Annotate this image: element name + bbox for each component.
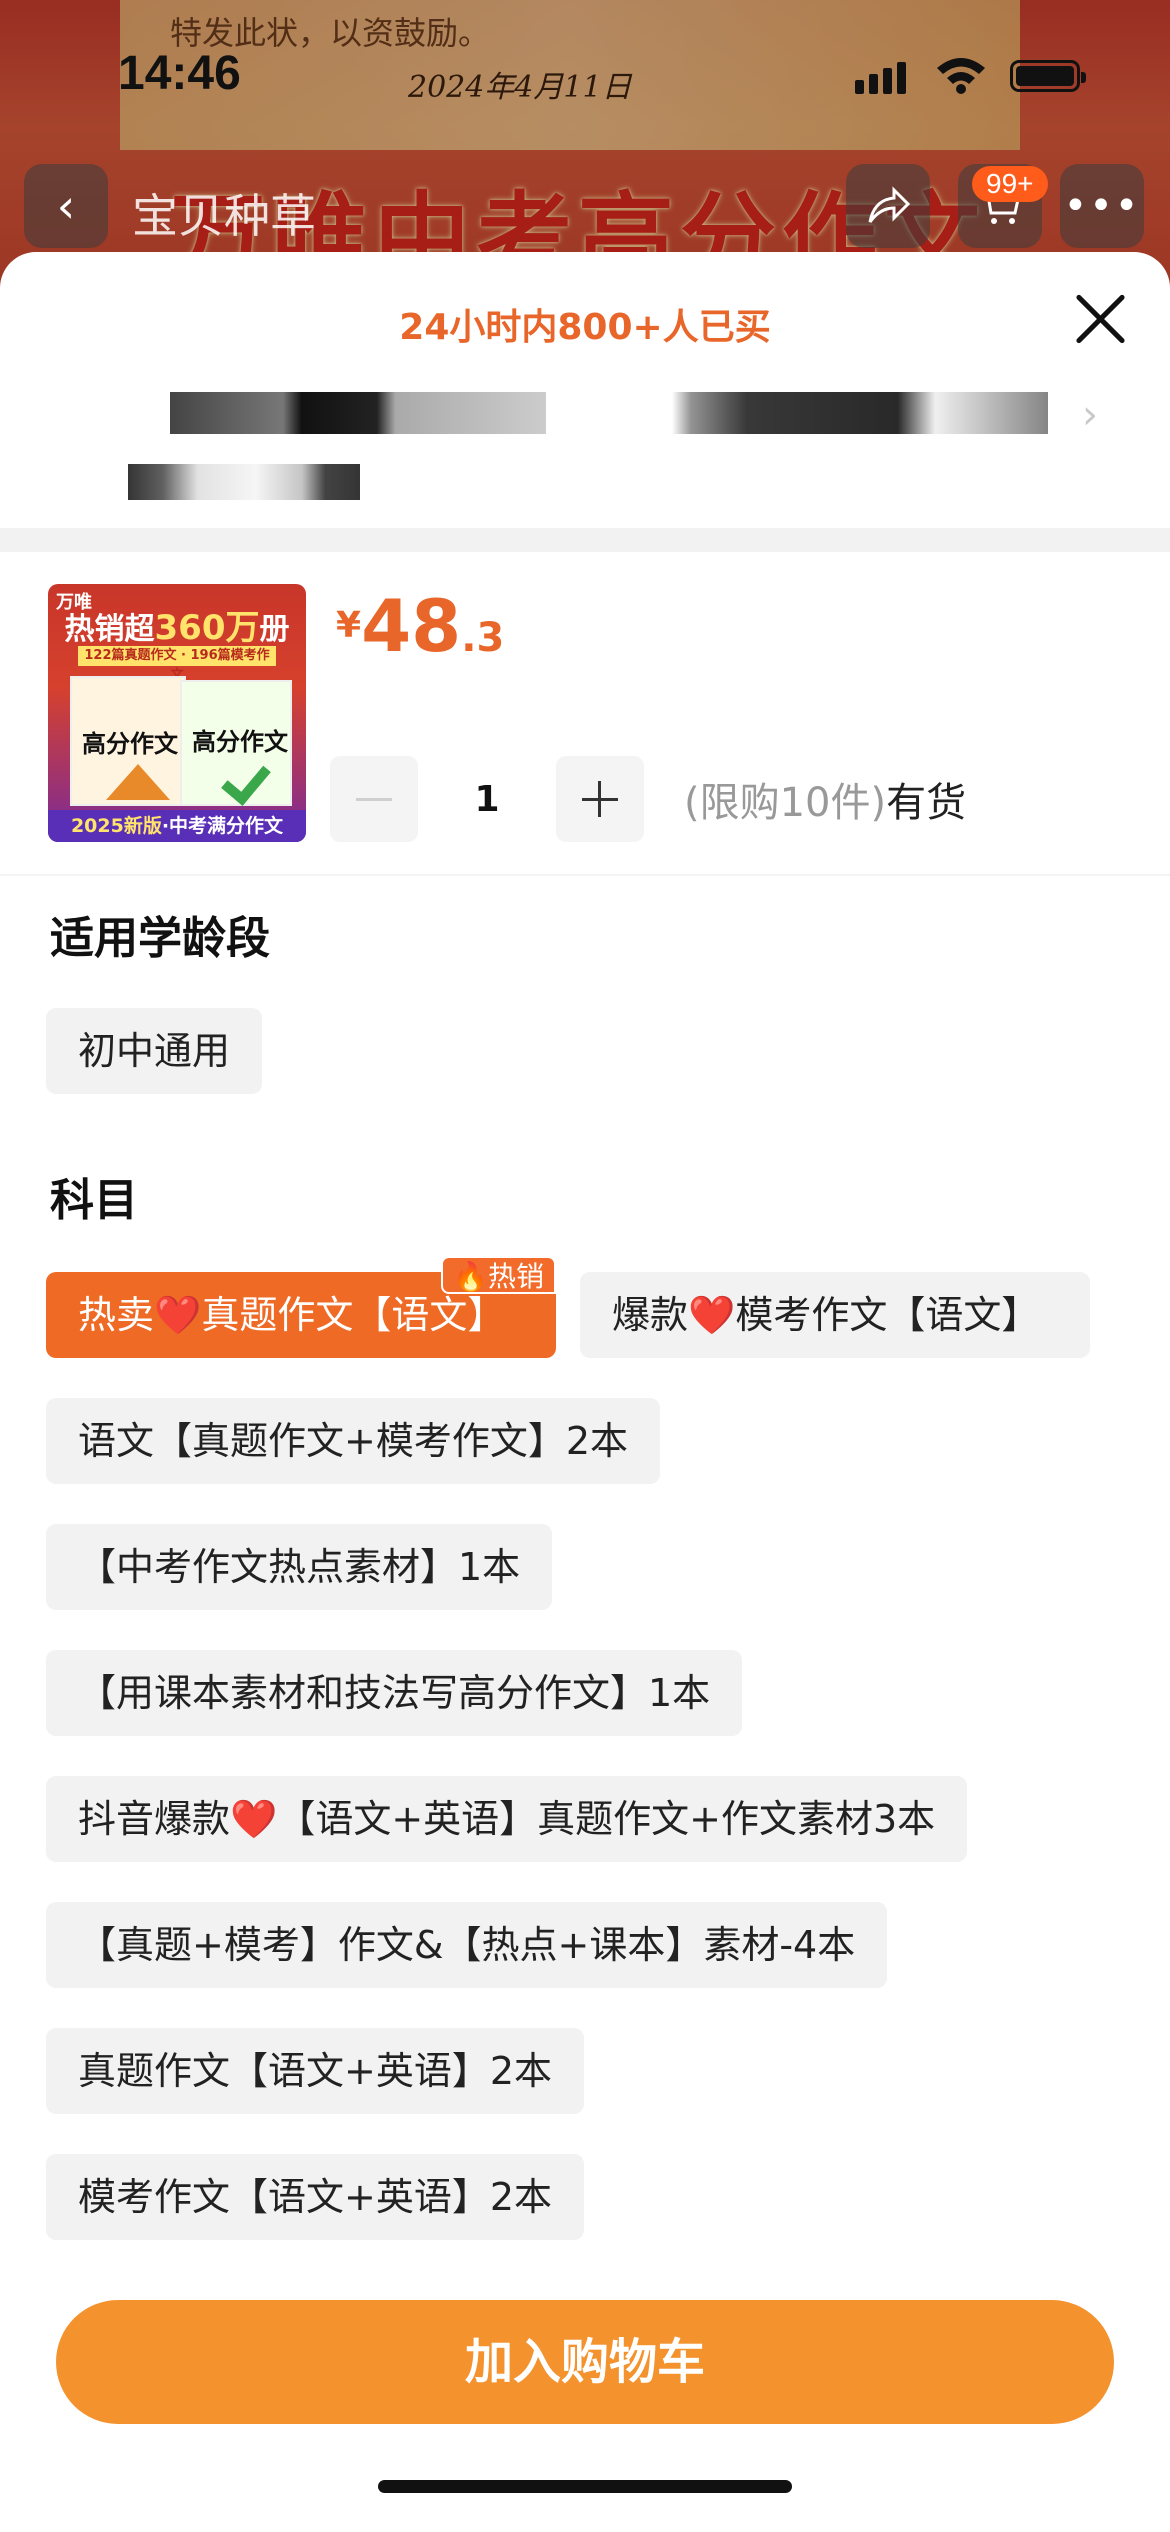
price-integer: 48 xyxy=(361,584,462,668)
cart-badge: 99+ xyxy=(972,166,1048,202)
quantity-stepper: 1 (限购10件) 有货 xyxy=(330,756,966,842)
section-divider xyxy=(0,528,1170,552)
section-divider xyxy=(0,874,1170,876)
book-cover-2: 高分作文 xyxy=(180,680,292,806)
share-button[interactable] xyxy=(846,164,930,248)
redacted-address xyxy=(170,392,546,434)
option-subject[interactable]: 【用课本素材和技法写高分作文】1本 xyxy=(46,1650,743,1736)
redacted-address xyxy=(128,464,360,500)
age-section-title: 适用学龄段 xyxy=(50,913,270,964)
quantity-value[interactable]: 1 xyxy=(418,779,556,820)
option-subject[interactable]: 【中考作文热点素材】1本 xyxy=(46,1524,553,1610)
more-dots-icon: ••• xyxy=(1063,183,1141,229)
price: ¥48.3 xyxy=(336,584,504,668)
nav-title: 宝贝种草 xyxy=(132,189,316,243)
delivery-address[interactable]: › xyxy=(0,392,1170,512)
subject-section-title: 科目 xyxy=(50,1175,138,1226)
status-time: 14:46 xyxy=(118,47,241,100)
option-subject[interactable]: 爆款❤️模考作文【语文】 xyxy=(580,1272,1090,1358)
purchase-limit: (限购10件) xyxy=(684,780,887,826)
price-currency: ¥ xyxy=(336,605,362,646)
wifi-icon xyxy=(937,58,985,94)
cover-footer: 2025新版·中考满分作文 xyxy=(48,810,306,842)
sales-tip: 24小时内800+人已买 xyxy=(399,307,771,348)
option-subject-selected[interactable]: 热卖❤️真题作文【语文】 🔥热销 xyxy=(46,1256,556,1358)
chevron-left-icon: ‹ xyxy=(56,179,76,233)
cellular-signal-icon xyxy=(855,62,906,94)
price-decimal: .3 xyxy=(461,615,505,661)
add-to-cart-button[interactable]: 加入购物车 xyxy=(56,2300,1114,2424)
checkmark-icon xyxy=(221,754,271,806)
cover-headline: 热销超360万册 xyxy=(64,608,290,648)
redacted-address xyxy=(672,392,1048,434)
share-icon xyxy=(868,186,910,223)
home-indicator[interactable] xyxy=(378,2480,792,2493)
product-summary: 万唯 热销超360万册 122篇真题作文 · 196篇模考作文 高分作文 高分作… xyxy=(0,584,1170,856)
option-age[interactable]: 初中通用 xyxy=(46,1008,263,1094)
product-thumbnail[interactable]: 万唯 热销超360万册 122篇真题作文 · 196篇模考作文 高分作文 高分作… xyxy=(48,584,306,842)
chevron-right-icon: › xyxy=(1082,392,1098,438)
status-bar: 14:46 xyxy=(0,0,1170,150)
increase-quantity-button[interactable] xyxy=(556,756,644,842)
battery-icon xyxy=(1010,60,1086,92)
stock-status: 有货 xyxy=(886,780,967,826)
pyramid-icon xyxy=(106,764,170,800)
top-nav-bar: ‹ 宝贝种草 99+ ••• xyxy=(0,160,1170,250)
option-subject[interactable]: 语文【真题作文+模考作文】2本 xyxy=(46,1398,661,1484)
option-subject[interactable]: 【真题+模考】作文&【热点+课本】素材-4本 xyxy=(46,1902,888,1988)
option-subject[interactable]: 抖音爆款❤️【语文+英语】真题作文+作文素材3本 xyxy=(46,1776,968,1862)
close-icon[interactable] xyxy=(1070,288,1132,350)
option-subject[interactable]: 真题作文【语文+英语】2本 xyxy=(46,2028,585,2114)
decrease-quantity-button[interactable] xyxy=(330,756,418,842)
sku-selection-sheet: 24小时内800+人已买 › 万唯 热销超360万册 122篇真题作文 · 19… xyxy=(0,252,1170,2532)
back-button[interactable]: ‹ xyxy=(24,164,108,248)
hot-tag: 🔥热销 xyxy=(441,1256,556,1294)
book-cover-1: 高分作文 xyxy=(70,676,186,806)
option-subject[interactable]: 模考作文【语文+英语】2本 xyxy=(46,2154,585,2240)
more-button[interactable]: ••• xyxy=(1060,164,1144,248)
cover-subtitle: 122篇真题作文 · 196篇模考作文 xyxy=(78,646,276,683)
